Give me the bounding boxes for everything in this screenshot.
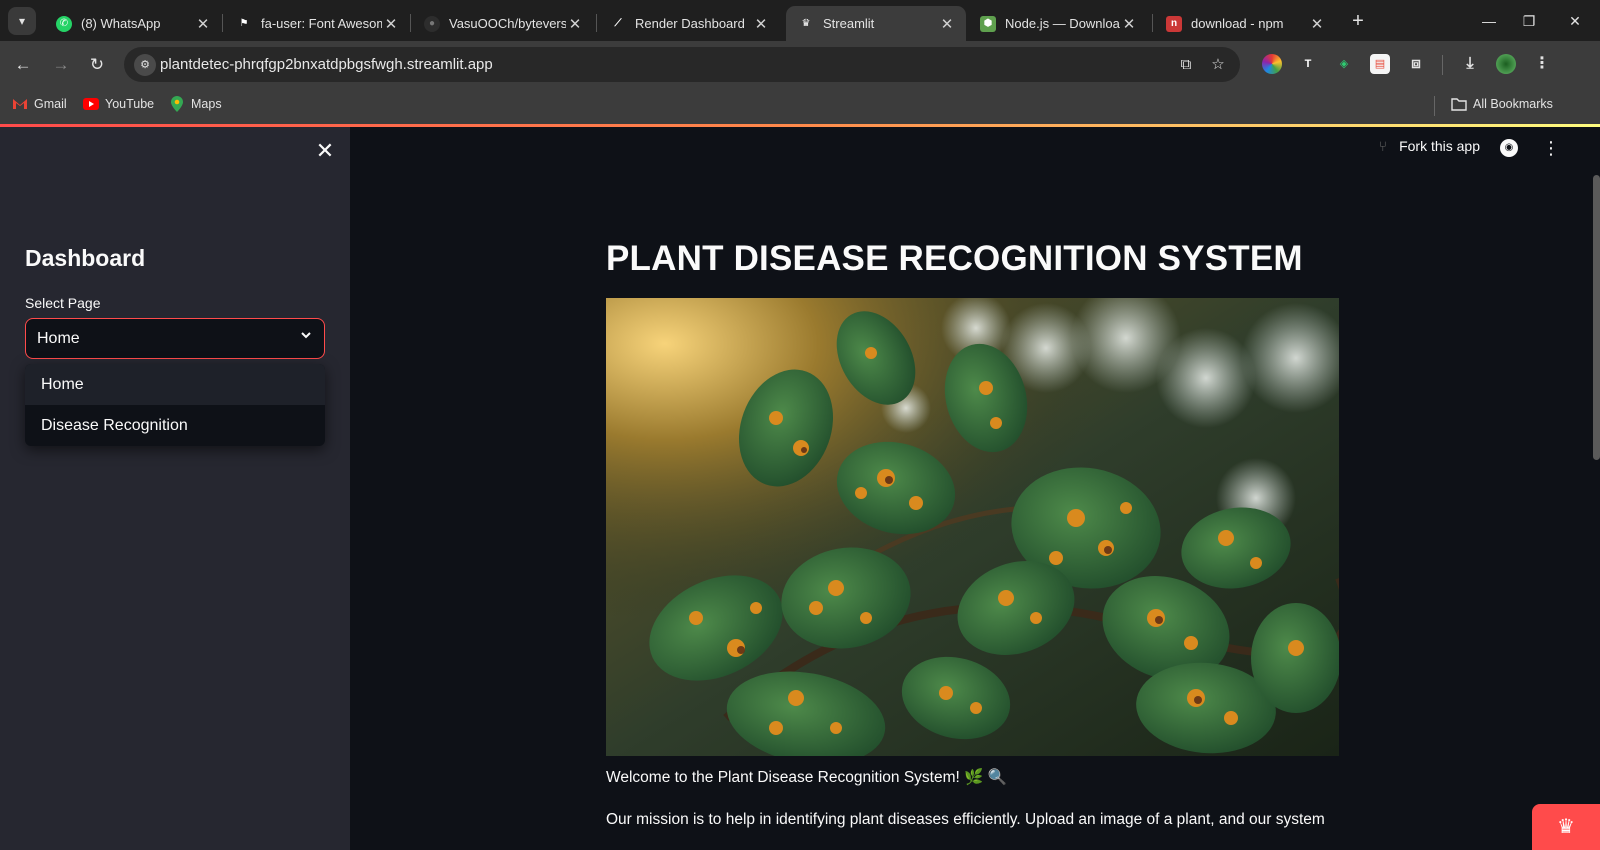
youtube-icon	[83, 96, 99, 112]
text-extension-icon[interactable]: T	[1298, 54, 1318, 74]
github-icon: ●	[424, 15, 440, 32]
tab-title: VasuOOCh/byteverse	[449, 16, 566, 31]
install-app-icon[interactable]: ⧉	[1176, 55, 1196, 75]
chevron-down-icon	[300, 328, 312, 344]
browser-tab-strip: ▾ ✆ (8) WhatsApp ✕ ⚑ fa-user: Font Aweso…	[0, 0, 1600, 41]
tab-title: Node.js — Download	[1005, 16, 1120, 31]
welcome-text: Welcome to the Plant Disease Recognition…	[606, 769, 1008, 786]
gmail-icon	[12, 96, 28, 112]
close-icon[interactable]: ✕	[752, 15, 770, 33]
render-icon: ⟋	[614, 18, 622, 29]
sidebar-title: Dashboard	[25, 245, 146, 271]
fork-app-button[interactable]: ⑂ Fork this app	[1379, 138, 1480, 154]
tab-render-dashboard[interactable]: ⟋ Render Dashboard ✕	[598, 6, 780, 41]
tab-whatsapp[interactable]: ✆ (8) WhatsApp ✕	[44, 6, 222, 41]
github-icon[interactable]: ◉	[1500, 139, 1518, 157]
tab-font-awesome[interactable]: ⚑ fa-user: Font Awesom ✕	[224, 6, 410, 41]
leaf-extension-icon[interactable]: ◈	[1334, 54, 1354, 74]
address-bar[interactable]: ⚙ plantdetec-phrqfgp2bnxatdpbgsfwgh.stre…	[124, 47, 1240, 82]
back-button[interactable]: ←	[10, 52, 36, 78]
bookmark-youtube[interactable]: YouTube	[83, 96, 154, 112]
color-picker-extension-icon[interactable]	[1262, 54, 1282, 74]
main-scrollbar[interactable]	[1593, 175, 1600, 460]
close-icon[interactable]: ✕	[194, 15, 212, 33]
browser-toolbar: ← → ↻ ⚙ plantdetec-phrqfgp2bnxatdpbgsfwg…	[0, 41, 1600, 88]
tab-search-button[interactable]: ▾	[8, 7, 36, 35]
page-title: PLANT DISEASE RECOGNITION SYSTEM	[606, 239, 1303, 278]
option-home[interactable]: Home	[25, 364, 325, 405]
tab-divider	[1152, 14, 1153, 32]
all-bookmarks-label: All Bookmarks	[1473, 97, 1553, 111]
profile-avatar[interactable]	[1496, 54, 1516, 74]
page-select-dropdown: Home Disease Recognition	[25, 364, 325, 446]
tab-divider	[410, 14, 411, 32]
all-bookmarks-button[interactable]: All Bookmarks	[1451, 96, 1553, 112]
bookmark-label: YouTube	[105, 97, 155, 111]
maps-pin-icon	[169, 96, 185, 112]
bookmark-label: Maps	[191, 97, 222, 111]
new-tab-button[interactable]: +	[1346, 9, 1370, 33]
forward-button[interactable]: →	[48, 52, 74, 78]
select-page-label: Select Page	[25, 295, 101, 311]
nodejs-icon: ⬢	[980, 15, 996, 32]
page-select[interactable]: Home	[25, 318, 325, 359]
window-close-button[interactable]: ✕	[1552, 8, 1598, 34]
bookmark-star-icon[interactable]: ☆	[1208, 55, 1228, 75]
toolbar-divider	[1442, 55, 1443, 75]
sidebar: ✕ Dashboard Select Page Home Home Diseas…	[0, 127, 350, 850]
option-disease-recognition[interactable]: Disease Recognition	[25, 405, 325, 446]
bookmarks-divider	[1434, 96, 1435, 116]
streamlit-icon: ♛	[801, 18, 811, 29]
fork-label: Fork this app	[1399, 138, 1480, 154]
fork-icon: ⑂	[1378, 138, 1388, 154]
tab-npm[interactable]: n download - npm ✕	[1154, 6, 1336, 41]
tab-title: Render Dashboard	[635, 16, 745, 31]
extensions-puzzle-icon[interactable]: ⧈	[1406, 54, 1426, 74]
tab-title: (8) WhatsApp	[81, 16, 161, 31]
bookmark-gmail[interactable]: Gmail	[12, 96, 67, 112]
tab-github[interactable]: ● VasuOOCh/byteverse ✕	[412, 6, 594, 41]
whatsapp-icon: ✆	[56, 15, 72, 32]
reload-button[interactable]: ↻	[84, 52, 110, 78]
calendar-extension-icon[interactable]: ▤	[1370, 54, 1390, 74]
url-text[interactable]: plantdetec-phrqfgp2bnxatdpbgsfwgh.stream…	[160, 56, 493, 73]
close-icon[interactable]: ✕	[566, 15, 584, 33]
bookmarks-bar: Gmail YouTube Maps All Bookmarks	[0, 88, 1600, 124]
plant-leaves-photo	[606, 298, 1339, 756]
tab-title: Streamlit	[823, 16, 875, 31]
tab-divider	[222, 14, 223, 32]
restore-button[interactable]: ❐	[1506, 8, 1552, 34]
streamlit-crown-badge[interactable]: ♛	[1532, 804, 1600, 850]
main-content: ⑂ Fork this app ◉ ⋮ PLANT DISEASE RECOGN…	[350, 127, 1600, 850]
download-icon[interactable]: ⤓	[1460, 54, 1480, 74]
flag-icon: ⚑	[239, 18, 249, 29]
mission-text: Our mission is to help in identifying pl…	[606, 811, 1325, 828]
page-select-value: Home	[37, 330, 80, 347]
browser-menu-icon[interactable]: ⋮	[1532, 54, 1552, 74]
app-toolbar: ⑂ Fork this app ◉ ⋮	[1300, 127, 1600, 171]
bookmark-label: Gmail	[34, 97, 67, 111]
tab-divider	[596, 14, 597, 32]
close-icon[interactable]: ✕	[382, 15, 400, 33]
tab-title: fa-user: Font Awesom	[261, 16, 382, 31]
close-icon[interactable]: ✕	[938, 15, 956, 33]
folder-icon	[1451, 96, 1467, 112]
close-sidebar-icon[interactable]: ✕	[313, 139, 337, 163]
tab-title: download - npm	[1191, 16, 1284, 31]
close-icon[interactable]: ✕	[1120, 15, 1138, 33]
site-info-icon[interactable]: ⚙	[134, 54, 156, 76]
tab-nodejs[interactable]: ⬢ Node.js — Download ✕	[968, 6, 1148, 41]
tab-streamlit[interactable]: ♛ Streamlit ✕	[786, 6, 966, 41]
bookmark-maps[interactable]: Maps	[169, 96, 222, 112]
main-menu-icon[interactable]: ⋮	[1542, 137, 1560, 159]
npm-icon: n	[1166, 15, 1182, 32]
close-icon[interactable]: ✕	[1308, 15, 1326, 33]
